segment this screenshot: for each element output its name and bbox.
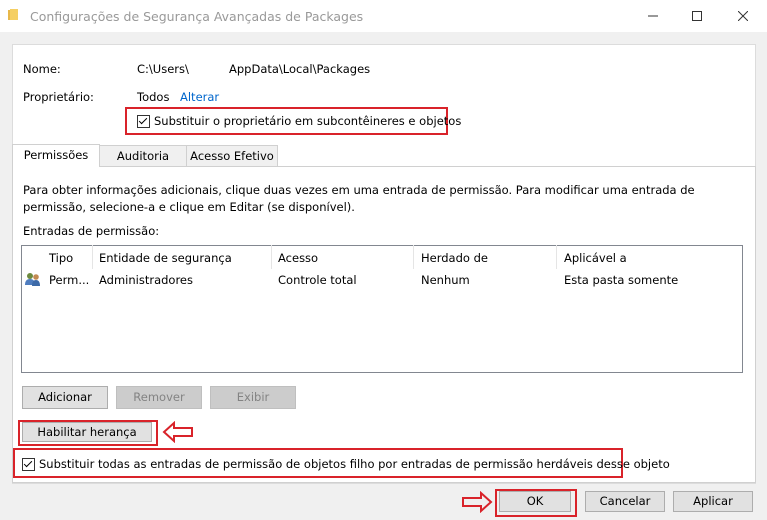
row-access: Controle total <box>278 273 357 287</box>
replace-owner-checkbox[interactable]: Substituir o proprietário em subcontêine… <box>137 114 461 128</box>
tab-effective-access[interactable]: Acesso Efetivo <box>186 145 278 167</box>
column-header-principal[interactable]: Entidade de segurança <box>99 251 232 265</box>
close-icon <box>738 11 748 21</box>
row-type: Perm... <box>49 273 90 287</box>
enable-inheritance-button[interactable]: Habilitar herança <box>22 422 152 442</box>
checkbox-checked-icon <box>22 457 35 471</box>
name-value-prefix: C:\Users\ <box>137 62 189 76</box>
minimize-icon <box>648 15 658 17</box>
window-title: Configurações de Segurança Avançadas de … <box>30 9 364 24</box>
view-button[interactable]: Exibir <box>210 386 296 409</box>
tab-permissions[interactable]: Permissões <box>12 144 100 167</box>
row-applies: Esta pasta somente <box>564 273 679 287</box>
description-text: Para obter informações adicionais, cliqu… <box>23 183 695 214</box>
folder-icon <box>8 9 18 20</box>
row-inherited: Nenhum <box>421 273 470 287</box>
table-row[interactable]: Perm... Administradores Controle total N… <box>22 270 740 290</box>
replace-owner-label: Substituir o proprietário em subcontêine… <box>154 114 462 128</box>
column-separator <box>556 245 557 269</box>
maximize-icon <box>692 11 702 21</box>
name-value-path: AppData\Local\Packages <box>229 62 371 76</box>
add-button[interactable]: Adicionar <box>22 386 108 409</box>
owner-value: Todos <box>137 90 170 104</box>
tab-auditing[interactable]: Auditoria <box>98 145 188 167</box>
maximize-button[interactable] <box>674 0 720 32</box>
column-header-inherited[interactable]: Herdado de <box>421 251 488 265</box>
row-principal: Administradores <box>99 273 193 287</box>
column-header-type[interactable]: Tipo <box>49 251 73 265</box>
title-bar: Configurações de Segurança Avançadas de … <box>0 0 767 32</box>
column-header-access[interactable]: Acesso <box>278 251 318 265</box>
column-header-applies[interactable]: Aplicável a <box>564 251 627 265</box>
column-separator <box>413 245 414 269</box>
arrow-right-icon <box>462 491 493 513</box>
arrow-left-icon <box>162 421 193 443</box>
users-icon <box>25 273 40 286</box>
entries-label: Entradas de permissão: <box>23 224 160 238</box>
minimize-button[interactable] <box>630 0 676 32</box>
ok-button[interactable]: OK <box>499 491 571 512</box>
column-separator <box>92 245 93 269</box>
apply-button[interactable]: Aplicar <box>673 491 753 512</box>
replace-all-checkbox[interactable]: Substituir todas as entradas de permissã… <box>22 457 670 471</box>
change-owner-link[interactable]: Alterar <box>180 90 219 104</box>
close-button[interactable] <box>720 0 766 32</box>
cancel-button[interactable]: Cancelar <box>585 491 665 512</box>
checkbox-checked-icon <box>137 114 150 128</box>
name-label: Nome: <box>23 62 61 76</box>
remove-button[interactable]: Remover <box>116 386 202 409</box>
owner-label: Proprietário: <box>23 90 94 104</box>
replace-all-label: Substituir todas as entradas de permissã… <box>39 457 670 471</box>
column-separator <box>271 245 272 269</box>
